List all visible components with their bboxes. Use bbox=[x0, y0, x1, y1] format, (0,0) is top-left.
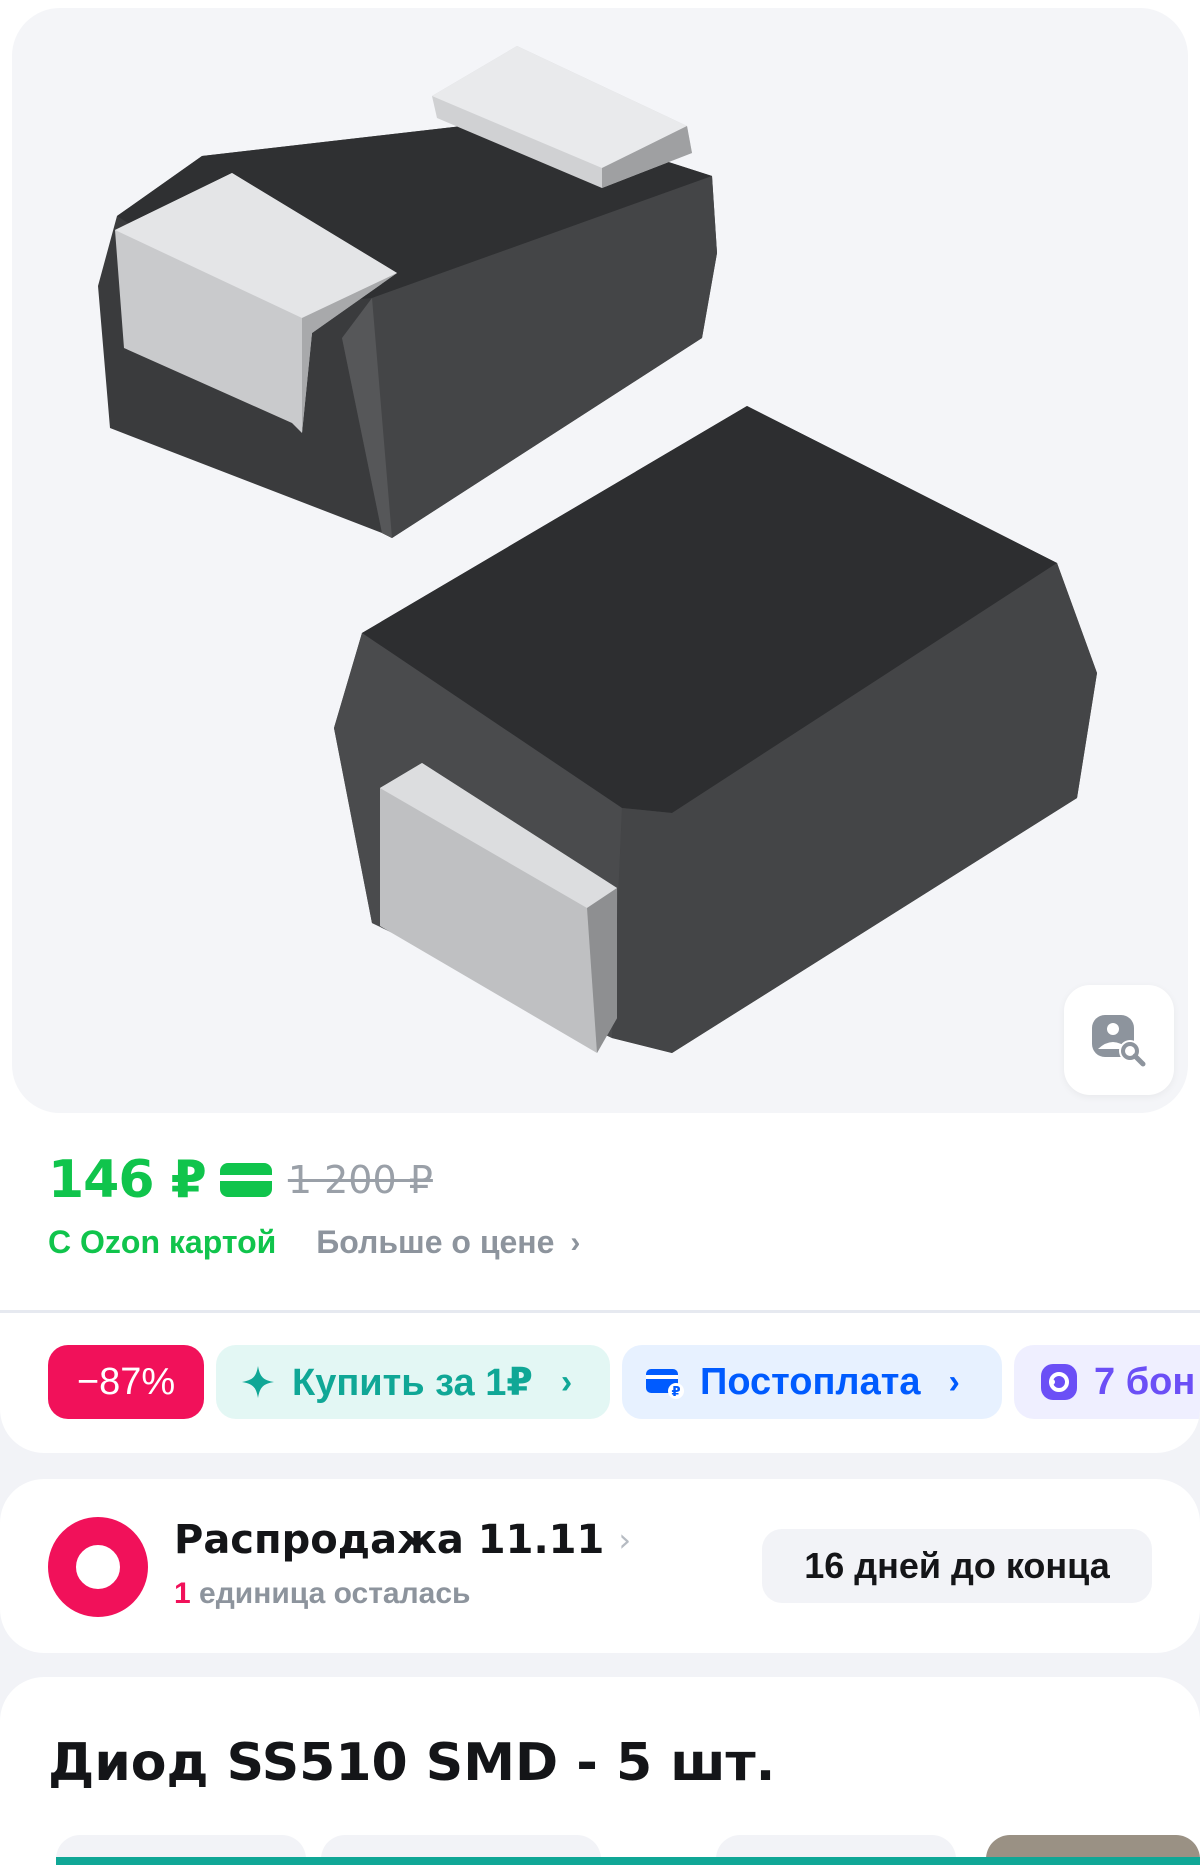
product-title-card: Диод SS510 SMD - 5 шт. bbox=[0, 1677, 1200, 1865]
discount-badge: −87% bbox=[48, 1345, 204, 1419]
bonus-label: 7 бон bbox=[1094, 1360, 1196, 1403]
sale-card[interactable]: Распродажа 11.11 › 1 единица осталась 16… bbox=[0, 1479, 1200, 1653]
units-left: 1 единица осталась bbox=[174, 1577, 470, 1611]
product-image bbox=[98, 46, 1097, 1053]
discount-value: −87% bbox=[76, 1360, 176, 1403]
with-ozon-card-label: С Ozon картой bbox=[48, 1224, 277, 1260]
chevron-right-icon: › bbox=[948, 1362, 960, 1401]
diode-front bbox=[334, 406, 1097, 1053]
old-price: 1 200 ₽ bbox=[287, 1158, 433, 1202]
sparkle-icon bbox=[242, 1366, 274, 1398]
promo-chips-section: −87% Купить за 1₽ › ₽ Постоплата › 7 бон bbox=[0, 1313, 1200, 1453]
current-price: 146 ₽ bbox=[48, 1150, 207, 1210]
image-search-button[interactable] bbox=[1064, 985, 1174, 1095]
sale-title-link[interactable]: Распродажа 11.11 › bbox=[174, 1517, 631, 1563]
bonus-chip[interactable]: 7 бон bbox=[1014, 1345, 1200, 1419]
product-title: Диод SS510 SMD - 5 шт. bbox=[48, 1733, 776, 1793]
sale-section: Распродажа 11.11 › 1 единица осталась 16… bbox=[0, 1453, 1200, 1653]
chevron-right-icon: › bbox=[618, 1521, 632, 1559]
price-row: 146 ₽ 1 200 ₽ bbox=[48, 1150, 433, 1210]
price-section: 146 ₽ 1 200 ₽ С Ozon картой Больше о цен… bbox=[0, 1120, 1200, 1310]
chevron-right-icon: › bbox=[570, 1225, 581, 1259]
buy-for-one-ruble-label: Купить за 1₽ bbox=[292, 1361, 533, 1404]
svg-text:₽: ₽ bbox=[671, 1385, 680, 1399]
days-left-badge: 16 дней до конца bbox=[762, 1529, 1152, 1603]
product-title-section: Диод SS510 SMD - 5 шт. bbox=[0, 1653, 1200, 1865]
units-left-count: 1 bbox=[174, 1577, 191, 1610]
product-image-gallery[interactable] bbox=[12, 8, 1188, 1113]
wallet-ruble-icon: ₽ bbox=[646, 1369, 684, 1399]
sale-title: Распродажа 11.11 bbox=[174, 1517, 605, 1563]
postpay-label: Постоплата bbox=[700, 1360, 921, 1403]
ozon-card-icon bbox=[219, 1163, 272, 1197]
variant-thumbnails[interactable] bbox=[56, 1835, 1200, 1865]
promo-chips-row[interactable]: −87% Купить за 1₽ › ₽ Постоплата › 7 бон bbox=[0, 1313, 1200, 1453]
postpay-chip[interactable]: ₽ Постоплата › bbox=[622, 1345, 1002, 1419]
chevron-right-icon: › bbox=[560, 1362, 573, 1401]
days-left-text: 16 дней до конца bbox=[804, 1545, 1110, 1586]
more-about-price-link[interactable]: Больше о цене › bbox=[316, 1224, 580, 1261]
sale-ring-icon bbox=[48, 1517, 148, 1617]
more-about-price-label: Больше о цене bbox=[316, 1224, 555, 1260]
buy-for-one-ruble-chip[interactable]: Купить за 1₽ › bbox=[216, 1345, 610, 1419]
image-search-icon bbox=[1092, 1015, 1146, 1067]
units-left-text: единица осталась bbox=[199, 1577, 471, 1610]
bonus-coin-icon bbox=[1041, 1364, 1077, 1400]
price-sub-row: С Ozon картой Больше о цене › bbox=[48, 1224, 580, 1261]
diode-back bbox=[98, 46, 717, 538]
